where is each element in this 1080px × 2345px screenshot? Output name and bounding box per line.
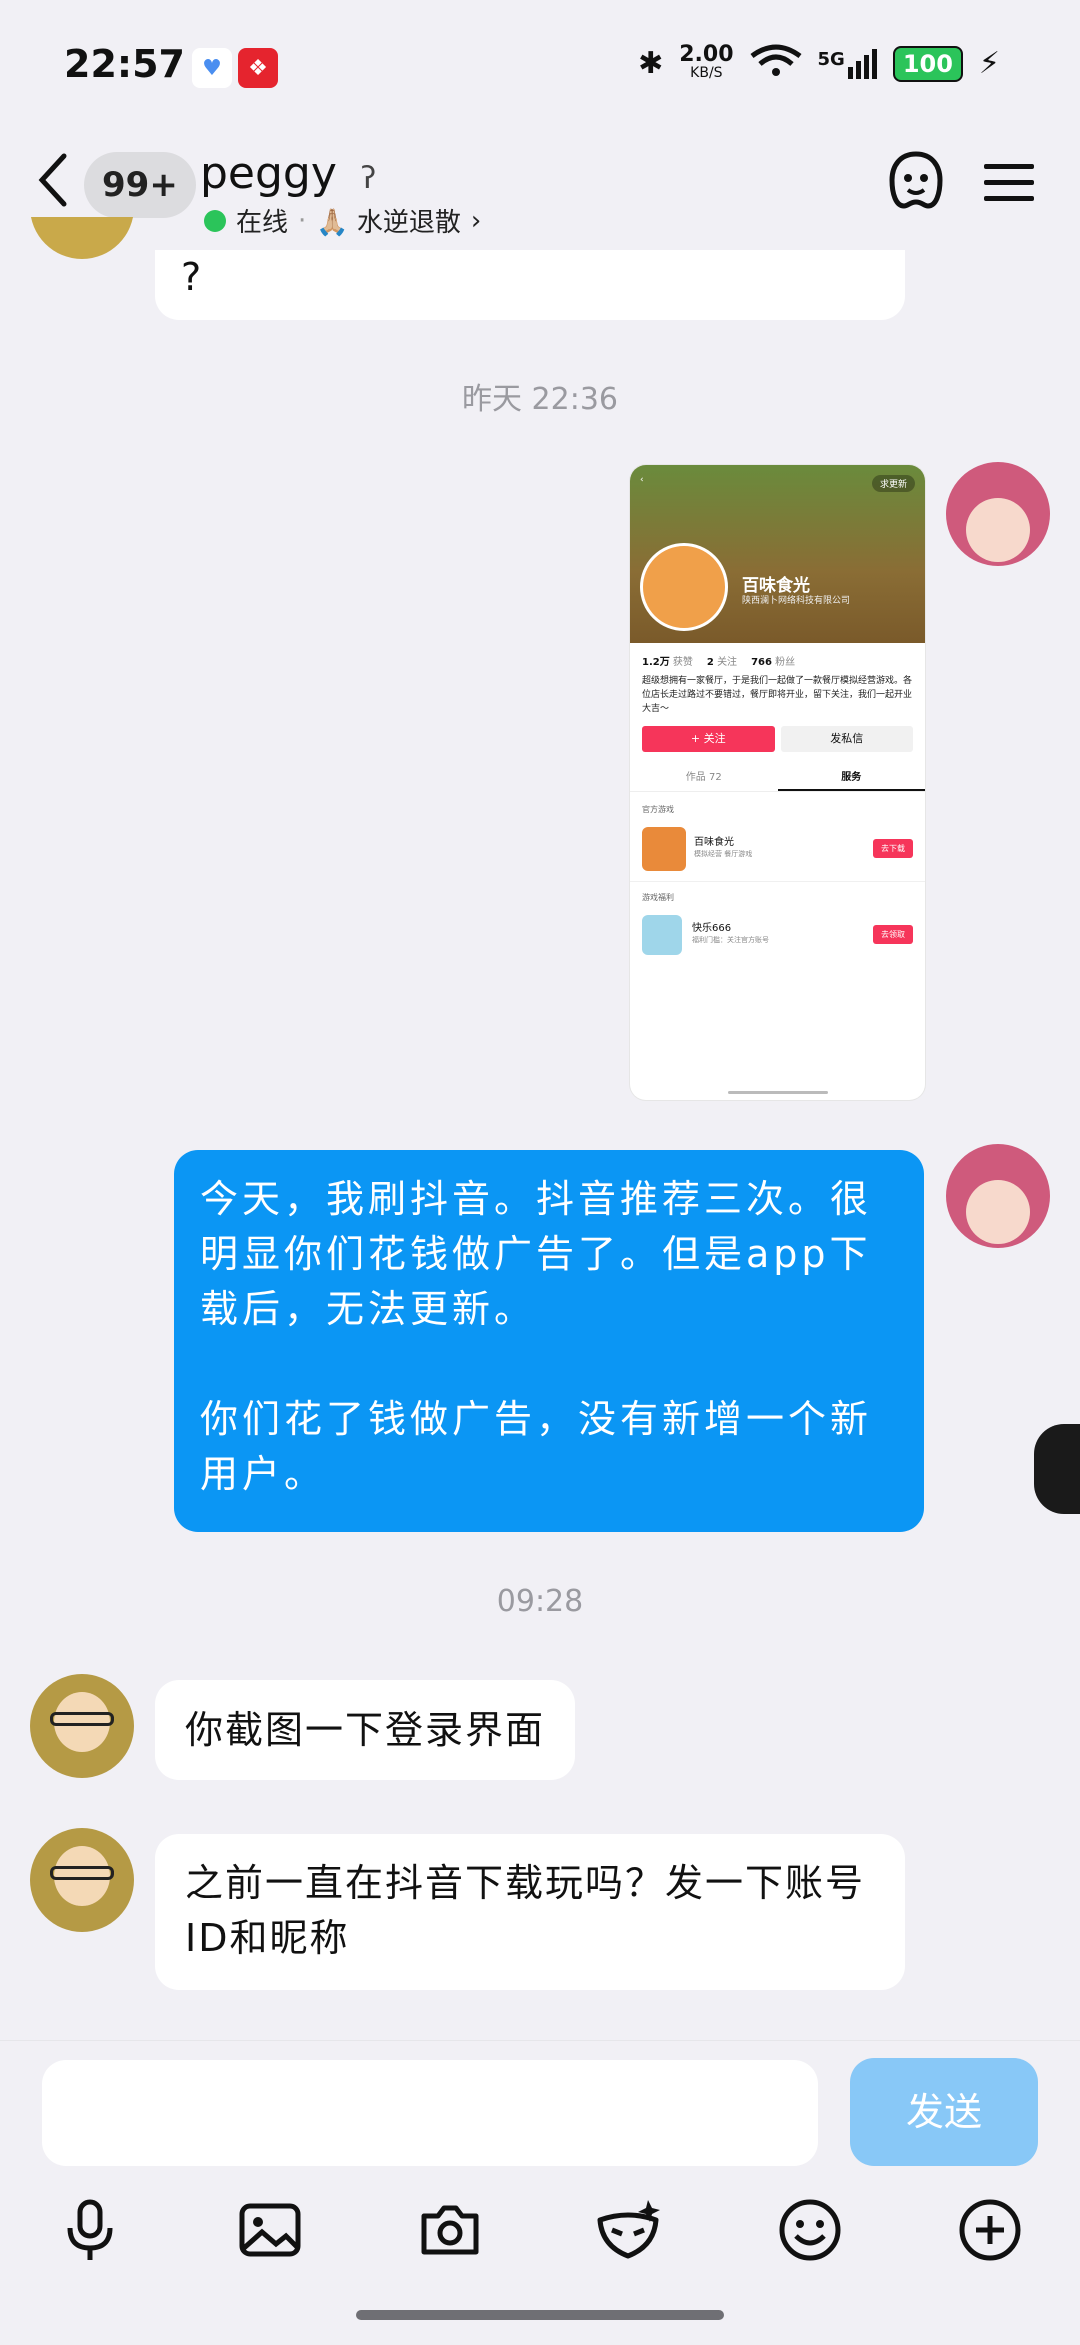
screenshot-update-button: 求更新 (871, 475, 915, 492)
message-bubble-right[interactable]: 今天，我刷抖音。抖音推荐三次。很明显你们花钱做广告了。但是app下载后，无法更新… (174, 1150, 924, 1532)
app-notification-icon-2: ❖ (238, 48, 278, 88)
screenshot-gift-desc: 福利门槛：关注官方账号 (692, 936, 769, 944)
my-avatar[interactable] (946, 462, 1050, 566)
message-text: 之前一直在抖音下载玩吗？发一下账号ID和昵称 (185, 1861, 866, 1960)
timestamp: 昨天 22:36 (462, 382, 618, 417)
screenshot-home-bar (728, 1091, 828, 1094)
battery-icon: 100 (892, 45, 963, 82)
image-icon[interactable] (236, 2196, 304, 2264)
bluetooth-icon: ✱ (638, 46, 664, 81)
game-thumb (642, 827, 686, 871)
floating-sticker[interactable] (1034, 1424, 1080, 1514)
screenshot-follow-button: + 关注 (642, 726, 775, 752)
message-bubble-left[interactable]: 你截图一下登录界面 (155, 1680, 576, 1780)
ghost-icon[interactable] (886, 150, 946, 216)
message-text: 今天，我刷抖音。抖音推荐三次。很明显你们花钱做广告了。但是app下载后，无法更新… (200, 1177, 873, 1496)
ai-mask-icon[interactable] (594, 2196, 662, 2264)
screenshot-section-gift: 游戏福利 (630, 881, 925, 909)
screenshot-hero: ‹ 求更新 百味食光 陕西澜卜网络科技有限公司 (630, 465, 925, 643)
cellular-signal-icon: 5G (818, 48, 877, 79)
screenshot-gift-name: 快乐666 (692, 923, 732, 934)
ear-icon[interactable]: ʔ (361, 161, 376, 196)
charging-icon: ⚡ (978, 46, 1000, 81)
screenshot-company: 陕西澜卜网络科技有限公司 (742, 596, 851, 606)
menu-icon[interactable] (984, 162, 1034, 206)
plus-icon[interactable] (956, 2196, 1024, 2264)
image-message[interactable]: ‹ 求更新 百味食光 陕西澜卜网络科技有限公司 1.2万 获赞 2 关注 766… (630, 465, 925, 1100)
contact-avatar[interactable] (30, 1674, 134, 1778)
message-input[interactable] (42, 2060, 818, 2166)
gift-thumb (642, 915, 682, 955)
screenshot-game-name: 百味食光 (694, 837, 734, 848)
wifi-icon (750, 44, 802, 83)
microphone-icon[interactable] (56, 2196, 124, 2264)
timestamp: 09:28 (496, 1584, 584, 1619)
unread-badge[interactable]: 99+ (84, 152, 196, 218)
back-button[interactable] (34, 150, 74, 210)
network-speed: 2.00 KB/S (679, 41, 734, 81)
signature: 🙏🏼 水逆退散 (316, 208, 461, 238)
contact-status[interactable]: 在线 · 🙏🏼 水逆退散 › (204, 202, 481, 239)
message-bubble-left[interactable]: 之前一直在抖音下载玩吗？发一下账号ID和昵称 (155, 1834, 905, 1990)
game-logo (640, 543, 728, 631)
send-button[interactable]: 发送 (850, 2058, 1038, 2166)
screenshot-download-button: 去下载 (873, 839, 913, 858)
chevron-right-icon: › (470, 205, 482, 236)
message-bubble-left[interactable]: ? (155, 250, 905, 320)
status-right: ✱ 2.00 KB/S 5G 100 ⚡ (638, 41, 1000, 83)
my-avatar[interactable] (946, 1144, 1050, 1248)
screenshot-section-official: 官方游戏 (642, 805, 674, 814)
home-indicator[interactable] (356, 2310, 724, 2320)
screenshot-tab-service: 服务 (777, 762, 925, 791)
screenshot-tab-works: 作品 72 (685, 772, 722, 783)
message-text: 你截图一下登录界面 (185, 1708, 546, 1752)
screenshot-bio: 超级想拥有一家餐厅，于是我们一起做了一款餐厅模拟经营游戏。各位店长走过路过不要错… (642, 676, 913, 714)
screenshot-back-icon: ‹ (640, 475, 644, 485)
status-separator: · (298, 205, 307, 236)
screenshot-claim-button: 去领取 (873, 925, 913, 944)
contact-avatar[interactable] (30, 1828, 134, 1932)
status-time: 22:57 (64, 42, 185, 86)
screenshot-dm-button: 发私信 (780, 726, 913, 752)
screenshot-stats: 1.2万 获赞 2 关注 766 粉丝 (642, 657, 796, 668)
online-label: 在线 (236, 208, 289, 238)
online-indicator (204, 209, 226, 232)
screenshot-game-tags: 模拟经营 餐厅游戏 (694, 850, 753, 858)
camera-icon[interactable] (416, 2196, 484, 2264)
app-notification-icon: ♥ (192, 48, 232, 88)
emoji-icon[interactable] (776, 2196, 844, 2264)
contact-name[interactable]: peggy ʔ (200, 148, 376, 199)
